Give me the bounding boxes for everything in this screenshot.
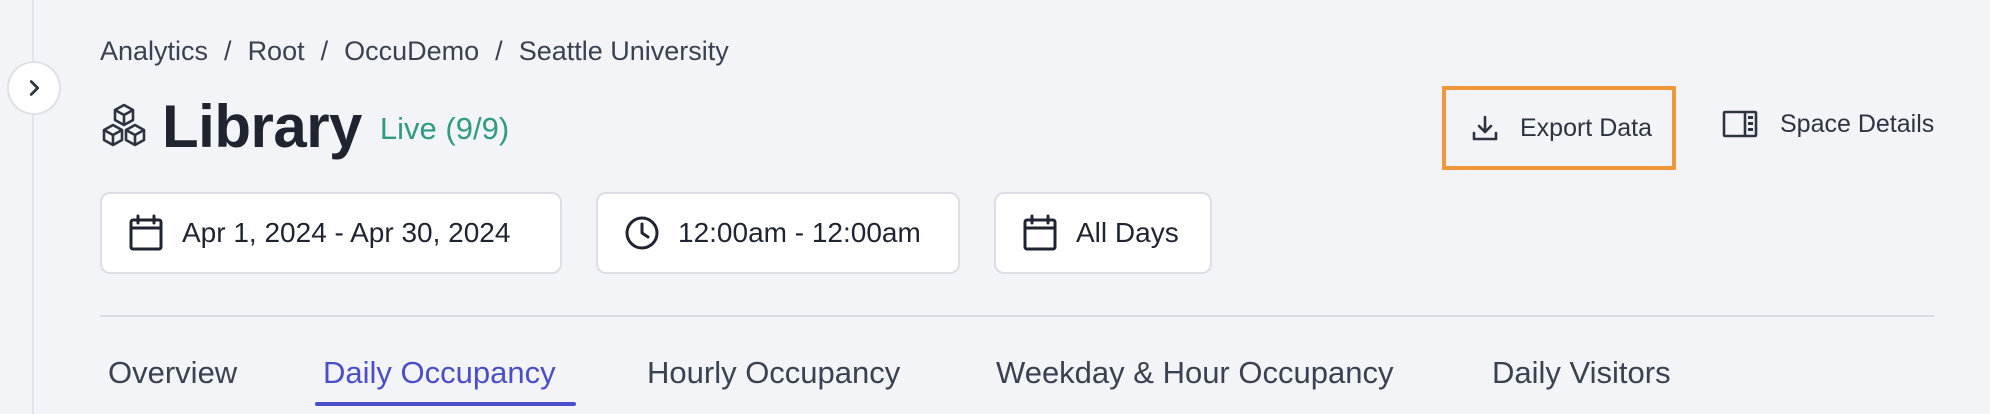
divider (100, 315, 1934, 317)
breadcrumb-separator: / (495, 35, 503, 66)
tab-overview[interactable]: Overview (108, 340, 237, 406)
days-value: All Days (1076, 217, 1179, 248)
breadcrumb-separator: / (320, 35, 329, 66)
breadcrumb-separator: / (224, 35, 232, 66)
tab-daily-occupancy[interactable]: Daily Occupancy (323, 340, 556, 406)
time-range-value: 12:00am - 12:00am (678, 217, 921, 248)
days-filter[interactable]: All Days (994, 192, 1212, 274)
breadcrumb-root[interactable]: Root (248, 36, 305, 67)
page-title: Library (162, 92, 362, 160)
calendar-icon (129, 214, 163, 251)
breadcrumb-analytics[interactable]: Analytics (100, 36, 208, 67)
title-row: Library Live (9/9) (100, 93, 510, 160)
breadcrumb-occudemo[interactable]: OccuDemo (344, 36, 479, 67)
tab-weekday-hour-occupancy[interactable]: Weekday & Hour Occupancy (996, 340, 1393, 406)
active-tab-indicator (315, 402, 576, 406)
tab-daily-visitors[interactable]: Daily Visitors (1492, 340, 1671, 406)
time-range-filter[interactable]: 12:00am - 12:00am (596, 192, 960, 274)
export-data-label: Export Data (1520, 113, 1653, 142)
download-icon (1472, 115, 1498, 141)
breadcrumb: Analytics / Root / OccuDemo / Seattle Un… (100, 34, 729, 68)
date-range-value: Apr 1, 2024 - Apr 30, 2024 (182, 217, 511, 248)
expand-sidebar-button[interactable] (7, 61, 61, 115)
side-panel-icon (1722, 110, 1758, 138)
calendar-icon (1023, 214, 1057, 251)
chevron-right-icon (29, 80, 40, 96)
space-details-label: Space Details (1780, 109, 1935, 138)
cubes-icon (102, 103, 146, 147)
breadcrumb-seattle-university[interactable]: Seattle University (519, 36, 729, 67)
tab-hourly-occupancy[interactable]: Hourly Occupancy (647, 340, 900, 406)
date-range-filter[interactable]: Apr 1, 2024 - Apr 30, 2024 (100, 192, 562, 274)
export-data-button[interactable]: Export Data (1442, 86, 1676, 170)
live-status-badge: Live (9/9) (379, 111, 510, 146)
space-details-button[interactable]: Space Details (1722, 100, 1934, 148)
clock-icon (625, 216, 659, 250)
